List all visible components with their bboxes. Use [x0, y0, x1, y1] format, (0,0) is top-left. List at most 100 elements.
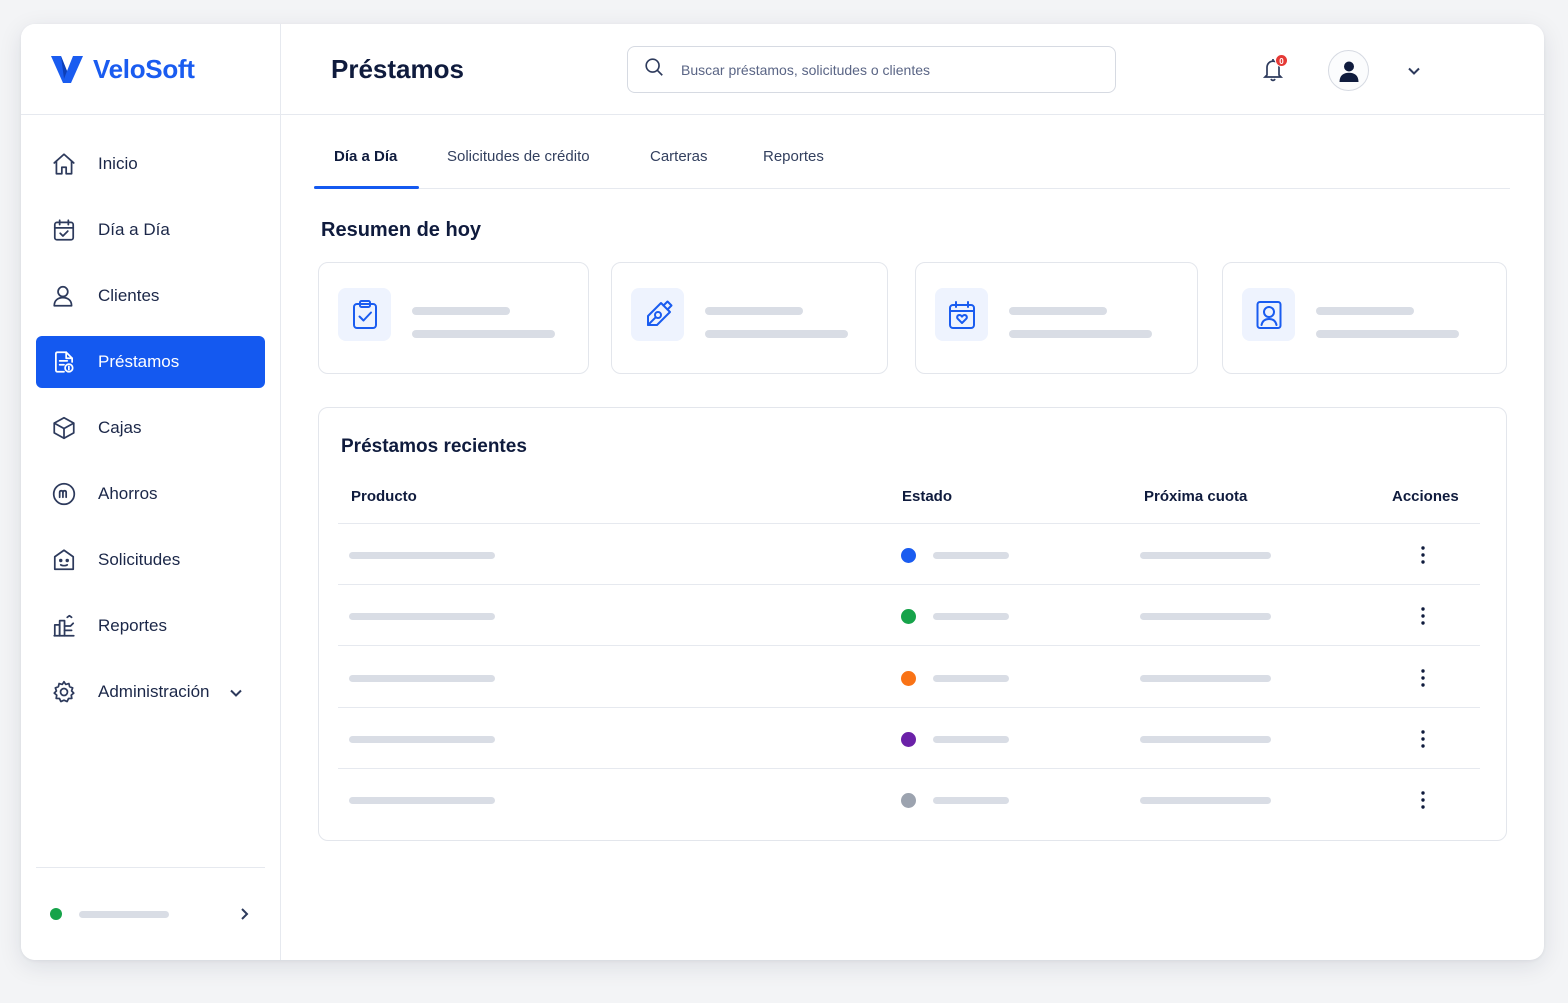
gear-icon: [50, 678, 78, 706]
more-actions-icon[interactable]: [1413, 605, 1433, 627]
product-placeholder: [349, 797, 495, 805]
sidebar-item-dia-a-dia[interactable]: Día a Día: [36, 204, 265, 256]
card-placeholder-line: [705, 330, 848, 338]
more-actions-icon[interactable]: [1413, 667, 1433, 689]
recent-loans-panel: Préstamos recientes Producto Estado Próx…: [318, 407, 1507, 841]
card-placeholder-line: [705, 307, 803, 315]
status-dot: [901, 793, 916, 809]
sidebar-item-label: Ahorros: [98, 484, 158, 503]
chevron-down-icon[interactable]: [1407, 64, 1421, 78]
pen-tool-icon: [631, 288, 684, 341]
card-placeholder-line: [412, 307, 510, 315]
sidebar-nav: Inicio Día a Día Clientes Préstamos Caja…: [36, 138, 265, 732]
product-placeholder: [349, 613, 495, 621]
card-placeholder-line: [1316, 330, 1459, 338]
user-avatar-icon: [1339, 61, 1358, 82]
tab-solicitudes-credito[interactable]: Solicitudes de crédito: [447, 140, 590, 189]
chevron-down-icon[interactable]: [229, 685, 243, 699]
next-payment-placeholder: [1140, 674, 1271, 682]
brand-name: VeloSoft: [93, 53, 195, 84]
logo[interactable]: VeloSoft: [21, 24, 280, 115]
chevron-right-icon[interactable]: [237, 907, 251, 921]
sidebar-item-label: Préstamos: [98, 352, 180, 371]
top-header: Préstamos 0: [281, 24, 1544, 115]
status-dot: [901, 609, 916, 625]
footer-placeholder: [79, 910, 169, 918]
request-icon: [50, 546, 78, 574]
summary-card[interactable]: [611, 262, 888, 374]
column-header-proxima-cuota: Próxima cuota: [1144, 488, 1248, 505]
more-actions-icon[interactable]: [1413, 728, 1433, 750]
more-actions-icon[interactable]: [1413, 544, 1433, 566]
box-icon: [50, 414, 78, 442]
more-actions-icon[interactable]: [1413, 789, 1433, 811]
reports-icon: [50, 612, 78, 640]
sidebar-item-label: Administración: [98, 682, 210, 701]
sidebar-item-administracion[interactable]: Administración: [36, 666, 265, 718]
sidebar-item-ahorros[interactable]: Ahorros: [36, 468, 265, 520]
summary-title: Resumen de hoy: [321, 219, 482, 241]
sidebar-item-reportes[interactable]: Reportes: [36, 600, 265, 652]
sidebar-item-label: Reportes: [98, 616, 167, 635]
next-payment-placeholder: [1140, 797, 1271, 805]
summary-card[interactable]: [318, 262, 589, 374]
summary-card[interactable]: [1222, 262, 1507, 374]
sidebar-footer[interactable]: [36, 867, 265, 960]
table-row[interactable]: [338, 708, 1480, 769]
sidebar-item-prestamos[interactable]: Préstamos: [36, 336, 265, 388]
status-dot: [901, 731, 916, 747]
next-payment-placeholder: [1140, 552, 1271, 559]
status-placeholder: [933, 613, 1009, 621]
calendar-heart-icon: [935, 288, 988, 341]
avatar[interactable]: [1328, 50, 1369, 91]
sidebar-item-inicio[interactable]: Inicio: [36, 138, 265, 190]
velosoft-logo-icon: [51, 56, 83, 83]
tab-label: Reportes: [763, 148, 824, 165]
tab-bar: Día a Día Solicitudes de crédito Cartera…: [314, 140, 1510, 189]
sidebar-item-solicitudes[interactable]: Solicitudes: [36, 534, 265, 586]
user-icon: [50, 282, 78, 310]
recent-loans-title: Préstamos recientes: [341, 436, 527, 457]
tab-carteras[interactable]: Carteras: [650, 140, 708, 189]
savings-icon: [50, 480, 78, 508]
calendar-check-icon: [50, 216, 78, 244]
status-placeholder: [933, 552, 1009, 559]
sidebar-item-label: Cajas: [98, 418, 142, 437]
notifications-button[interactable]: 0: [1261, 54, 1289, 84]
active-tab-indicator: [314, 186, 419, 189]
clipboard-check-icon: [338, 288, 391, 341]
status-placeholder: [933, 735, 1009, 743]
summary-card[interactable]: [915, 262, 1198, 374]
tab-dia-a-dia[interactable]: Día a Día: [334, 140, 397, 189]
product-placeholder: [349, 552, 495, 559]
status-placeholder: [933, 674, 1009, 682]
page-title: Préstamos: [331, 54, 464, 84]
sidebar-item-label: Día a Día: [98, 220, 170, 239]
column-header-acciones: Acciones: [1392, 488, 1459, 505]
table-row[interactable]: [338, 524, 1480, 585]
card-placeholder-line: [412, 330, 555, 338]
user-badge-icon: [1242, 288, 1295, 341]
card-placeholder-line: [1009, 330, 1152, 338]
sidebar-item-label: Clientes: [98, 286, 160, 305]
next-payment-placeholder: [1140, 613, 1271, 621]
search-box[interactable]: [627, 46, 1116, 93]
next-payment-placeholder: [1140, 735, 1271, 743]
sidebar-item-clientes[interactable]: Clientes: [36, 270, 265, 322]
sidebar-item-cajas[interactable]: Cajas: [36, 402, 265, 454]
table-row[interactable]: [338, 647, 1480, 708]
sidebar-item-label: Solicitudes: [98, 550, 181, 569]
column-header-producto: Producto: [351, 488, 417, 505]
tab-reportes[interactable]: Reportes: [763, 140, 824, 189]
card-placeholder-line: [1009, 307, 1107, 315]
product-placeholder: [349, 735, 495, 743]
app-window: VeloSoft Inicio Día a Día Clientes Prést…: [21, 24, 1544, 960]
document-icon: [50, 348, 78, 376]
status-dot: [50, 908, 62, 920]
status-placeholder: [933, 797, 1009, 805]
search-input[interactable]: [681, 61, 1081, 78]
tab-label: Día a Día: [334, 148, 398, 165]
table-row[interactable]: [338, 585, 1480, 647]
product-placeholder: [349, 674, 495, 682]
table-row[interactable]: [338, 769, 1480, 830]
